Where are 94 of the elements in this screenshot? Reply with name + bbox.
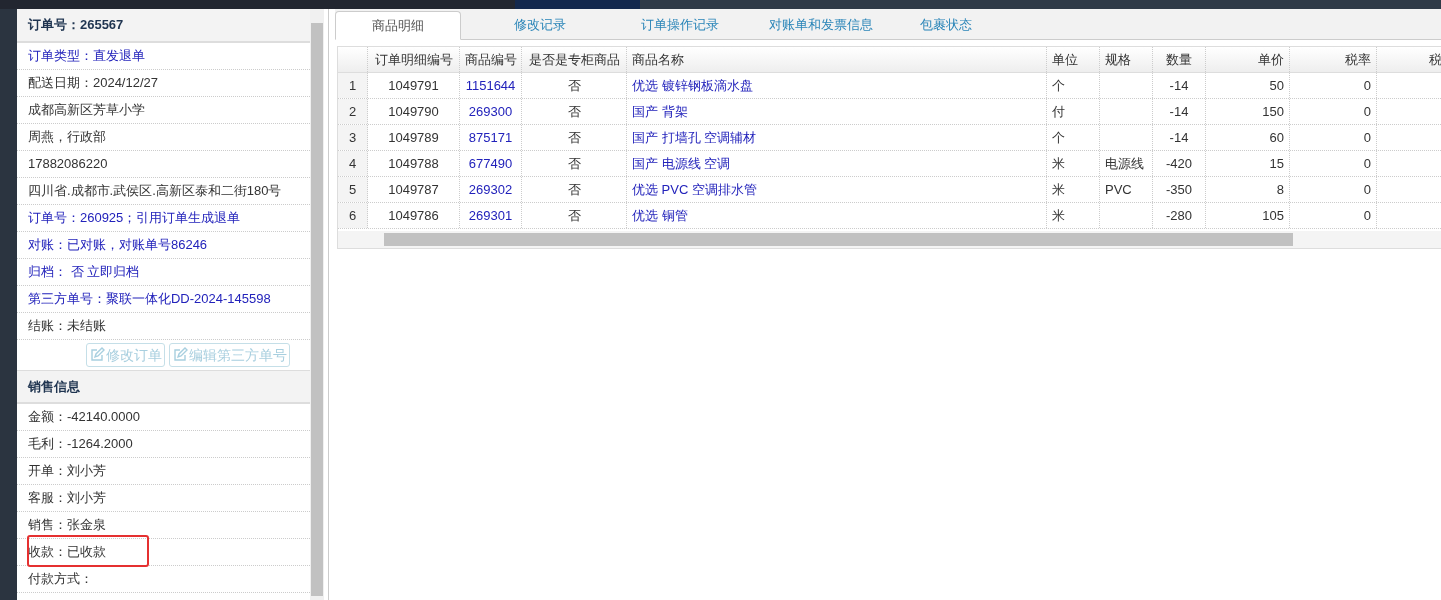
table-cell: 否	[522, 177, 627, 202]
info-link[interactable]: 对账：已对账，对账单号86246	[27, 235, 208, 255]
table-cell: 否	[522, 99, 627, 124]
info-text: 周燕，行政部	[27, 128, 106, 147]
table-link[interactable]: 优选 PVC 空调排水管	[627, 177, 1047, 202]
table-cell: -280	[1153, 203, 1206, 228]
table-cell: -14	[1153, 125, 1206, 150]
row-number: 1	[338, 73, 368, 98]
scrollbar[interactable]	[309, 9, 324, 600]
table-link[interactable]: 1151644	[460, 73, 522, 98]
info-text: 毛利：-1264.2000	[27, 435, 133, 454]
table-link[interactable]: 优选 镀锌钢板滴水盘	[627, 73, 1047, 98]
table-cell: -14	[1153, 99, 1206, 124]
column-header: 单价	[1206, 47, 1290, 72]
table-link[interactable]: 国产 背架	[627, 99, 1047, 124]
info-link[interactable]: 订单类型：直发退单	[27, 46, 145, 66]
tab[interactable]: 修改记录	[461, 11, 619, 39]
info-text: 开单：刘小芳	[27, 462, 106, 481]
tab[interactable]: 对账单和发票信息	[741, 11, 901, 39]
column-header: 规格	[1100, 47, 1153, 72]
edit-icon	[89, 347, 106, 363]
column-header: 订单明细编号	[368, 47, 460, 72]
table-cell: 8	[1206, 177, 1290, 202]
column-header: 数量	[1153, 47, 1206, 72]
table-cell: 1049788	[368, 151, 460, 176]
column-header: 税率	[1290, 47, 1377, 72]
row-number: 4	[338, 151, 368, 176]
tab[interactable]: 订单操作记录	[619, 11, 741, 39]
table-cell: -350	[1153, 177, 1206, 202]
info-text: 四川省.成都市.武侯区.高新区泰和二街180号	[27, 182, 282, 201]
table-cell: 电源线	[1100, 151, 1153, 176]
info-link[interactable]: 第三方单号：聚联一体化DD-2024-145598	[27, 289, 271, 309]
table-cell: 否	[522, 125, 627, 150]
table-cell: 米	[1047, 151, 1100, 176]
info-text: 结账：未结账	[27, 317, 106, 336]
row-number: 5	[338, 177, 368, 202]
table-cell: 1049791	[368, 73, 460, 98]
tab[interactable]: 包裹状态	[901, 11, 991, 39]
table-cell: 0	[1290, 151, 1377, 176]
table-cell: 否	[522, 151, 627, 176]
info-text: 付款方式：	[27, 570, 93, 589]
table-link[interactable]: 优选 铜管	[627, 203, 1047, 228]
info-text: 17882086220	[27, 155, 108, 174]
table-cell: 付	[1047, 99, 1100, 124]
table-cell: -420	[1153, 151, 1206, 176]
info-text: 销售：张金泉	[27, 516, 106, 535]
table-cell: 否	[522, 73, 627, 98]
table-link[interactable]: 269302	[460, 177, 522, 202]
table-cell: 0	[1290, 73, 1377, 98]
info-text: 成都高新区芳草小学	[27, 101, 145, 120]
table-cell: 米	[1047, 177, 1100, 202]
row-number: 2	[338, 99, 368, 124]
table-cell: 个	[1047, 125, 1100, 150]
table-cell: 0	[1290, 99, 1377, 124]
info-text: 客服：刘小芳	[27, 489, 106, 508]
table-cell: 个	[1047, 73, 1100, 98]
column-header: 是否是专柜商品	[522, 47, 627, 72]
table-link[interactable]: 269301	[460, 203, 522, 228]
table-link[interactable]: 677490	[460, 151, 522, 176]
table-cell: -14	[1153, 73, 1206, 98]
table-cell: 1049786	[368, 203, 460, 228]
table-cell: 0	[1290, 125, 1377, 150]
table-cell: 否	[522, 203, 627, 228]
table-cell: 150	[1206, 99, 1290, 124]
table-link[interactable]: 269300	[460, 99, 522, 124]
table-link[interactable]: 875171	[460, 125, 522, 150]
row-number: 6	[338, 203, 368, 228]
table-cell: 米	[1047, 203, 1100, 228]
panel-title: 订单号：265567	[16, 9, 310, 43]
table-link[interactable]: 国产 打墙孔 空调辅材	[627, 125, 1047, 150]
column-header: 税	[1428, 50, 1441, 69]
table-cell: 1049790	[368, 99, 460, 124]
tab[interactable]: 商品明细	[335, 11, 461, 40]
table-cell: 1049789	[368, 125, 460, 150]
table-link[interactable]: 国产 电源线 空调	[627, 151, 1047, 176]
table-cell: 60	[1206, 125, 1290, 150]
column-header: 单位	[1047, 47, 1100, 72]
table-cell: 15	[1206, 151, 1290, 176]
edit-icon	[172, 347, 189, 363]
info-text: 配送日期：2024/12/27	[27, 74, 159, 93]
table-cell: PVC	[1100, 177, 1153, 202]
row-number: 3	[338, 125, 368, 150]
table-cell: 0	[1290, 203, 1377, 228]
panel-title: 销售信息	[16, 371, 310, 404]
table-cell: 1049787	[368, 177, 460, 202]
table-cell: 50	[1206, 73, 1290, 98]
info-link[interactable]: 订单号：260925；引用订单生成退单	[27, 208, 241, 228]
table-cell: 105	[1206, 203, 1290, 228]
info-link[interactable]: 归档： 否 立即归档	[27, 262, 140, 282]
table-cell: 0	[1290, 177, 1377, 202]
column-header: 商品名称	[627, 47, 1047, 72]
column-header: 商品编号	[460, 47, 522, 72]
info-text: 收款：已收款	[27, 543, 106, 562]
info-text: 金额：-42140.0000	[27, 408, 140, 427]
